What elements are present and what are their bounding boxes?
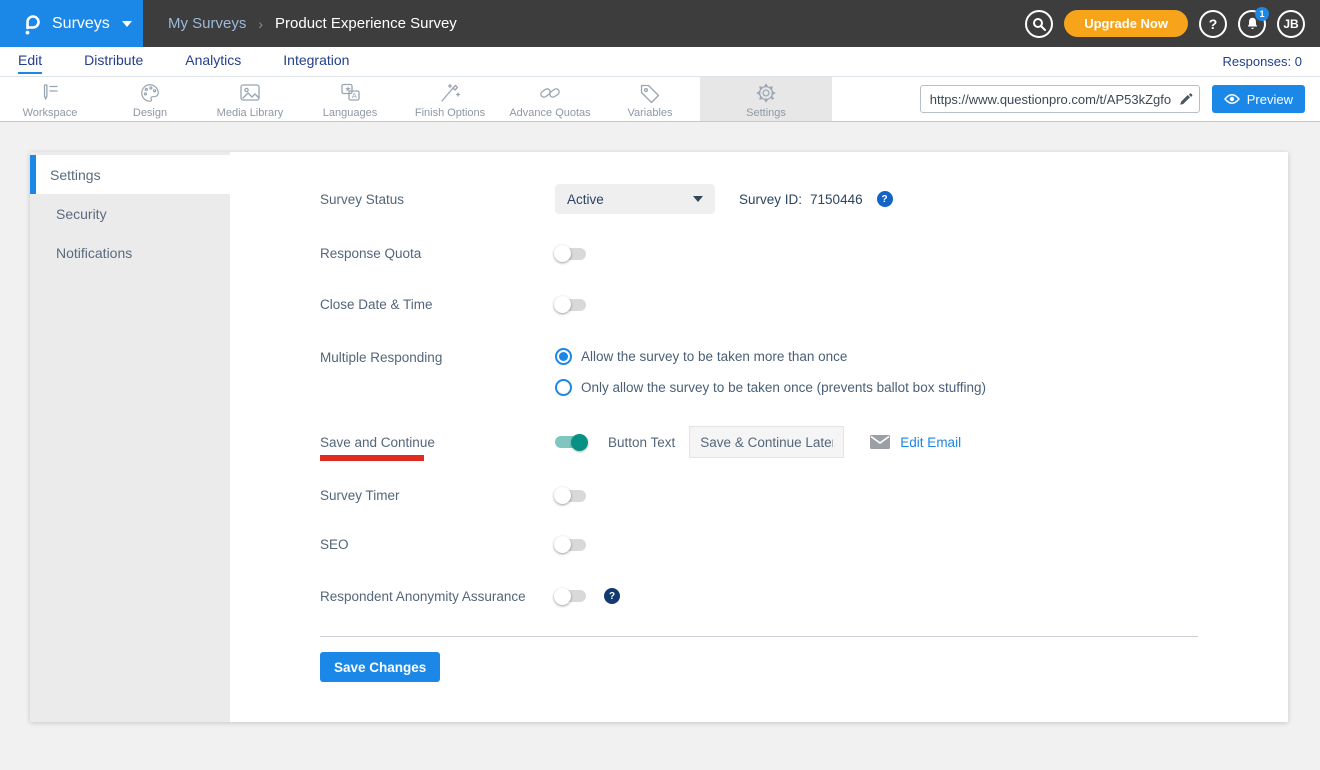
survey-id-label: Survey ID: [739, 192, 802, 207]
save-and-continue-label: Save and Continue [320, 435, 555, 450]
edit-url-pencil-icon[interactable] [1178, 92, 1193, 107]
survey-timer-label: Survey Timer [320, 488, 555, 503]
row-survey-timer: Survey Timer [320, 488, 1288, 503]
breadcrumb-current-survey: Product Experience Survey [275, 15, 457, 32]
survey-status-select[interactable]: Active [555, 184, 715, 214]
button-text-input[interactable] [689, 426, 844, 458]
tag-icon [638, 82, 662, 104]
radio-selected-icon [555, 348, 572, 365]
chevron-down-icon [122, 21, 132, 27]
response-quota-label: Response Quota [320, 246, 555, 261]
edit-toolbar: Workspace Design Media Library ★ A [0, 77, 1320, 122]
button-text-label: Button Text [608, 435, 675, 450]
anonymity-help-icon[interactable]: ? [604, 588, 620, 604]
eye-icon [1224, 93, 1240, 105]
red-annotation-underline [320, 455, 424, 461]
svg-text:★: ★ [345, 84, 352, 93]
seo-label: SEO [320, 537, 555, 552]
row-seo: SEO [320, 537, 1288, 552]
survey-url-input[interactable] [930, 92, 1178, 107]
question-mark-icon: ? [1209, 16, 1218, 32]
product-switcher[interactable]: Surveys [0, 0, 143, 47]
toolbar-item-finish-options[interactable]: Finish Options [400, 77, 500, 121]
search-button[interactable] [1025, 10, 1053, 38]
row-respondent-anonymity: Respondent Anonymity Assurance ? [320, 588, 1288, 604]
seo-toggle[interactable] [555, 539, 586, 551]
settings-card: Settings Security Notifications Survey S… [30, 152, 1288, 722]
media-image-icon [238, 82, 262, 104]
gear-icon [755, 82, 777, 104]
survey-id-value: 7150446 [810, 192, 863, 207]
main-area: Settings Security Notifications Survey S… [0, 122, 1320, 722]
breadcrumb: My Surveys › Product Experience Survey [168, 0, 457, 47]
header-actions: Upgrade Now ? 1 JB [1025, 0, 1320, 47]
notification-count-badge: 1 [1255, 7, 1269, 21]
response-quota-toggle[interactable] [555, 248, 586, 260]
edit-email-link[interactable]: Edit Email [900, 435, 961, 450]
survey-nav-tabs: Edit Distribute Analytics Integration Re… [0, 47, 1320, 77]
settings-form: Survey Status Active Survey ID: 7150446 … [230, 152, 1288, 722]
responses-count: Responses: 0 [1223, 54, 1303, 69]
toolbar-item-variables[interactable]: Variables [600, 77, 700, 121]
survey-url-field [920, 85, 1200, 113]
svg-text:A: A [352, 91, 357, 100]
top-header: Surveys My Surveys › Product Experience … [0, 0, 1320, 47]
survey-status-value: Active [567, 192, 693, 207]
sidebar-item-security[interactable]: Security [30, 194, 230, 233]
radio-only-once[interactable]: Only allow the survey to be taken once (… [555, 379, 986, 396]
chain-link-icon [538, 82, 562, 104]
tab-analytics[interactable]: Analytics [185, 49, 241, 74]
row-response-quota: Response Quota [320, 246, 1288, 261]
survey-id-group: Survey ID: 7150446 ? [739, 191, 893, 207]
respondent-anonymity-label: Respondent Anonymity Assurance [320, 589, 555, 604]
tab-distribute[interactable]: Distribute [84, 49, 143, 74]
magic-wand-icon [438, 82, 462, 104]
chevron-down-icon [693, 196, 703, 202]
languages-icon: ★ A [338, 82, 362, 104]
toolbar-item-workspace[interactable]: Workspace [0, 77, 100, 121]
sidebar-item-notifications[interactable]: Notifications [30, 233, 230, 272]
radio-allow-multiple[interactable]: Allow the survey to be taken more than o… [555, 348, 986, 365]
questionpro-logo-icon [20, 12, 44, 36]
row-survey-status: Survey Status Active Survey ID: 7150446 … [320, 184, 1288, 214]
multiple-responding-label: Multiple Responding [320, 348, 555, 365]
workspace-icon [38, 82, 62, 104]
upgrade-now-button[interactable]: Upgrade Now [1064, 10, 1188, 37]
toolbar-item-settings[interactable]: Settings [700, 77, 832, 121]
survey-status-label: Survey Status [320, 192, 555, 207]
tab-integration[interactable]: Integration [283, 49, 349, 74]
breadcrumb-separator: › [258, 16, 263, 32]
avatar-initials: JB [1283, 17, 1298, 31]
product-name: Surveys [52, 15, 110, 33]
sidebar-item-settings[interactable]: Settings [30, 155, 230, 194]
save-and-continue-toggle[interactable] [555, 436, 586, 448]
settings-sidebar: Settings Security Notifications [30, 152, 230, 722]
close-date-time-toggle[interactable] [555, 299, 586, 311]
close-date-time-label: Close Date & Time [320, 297, 555, 312]
toolbar-item-media-library[interactable]: Media Library [200, 77, 300, 121]
tab-edit[interactable]: Edit [18, 49, 42, 74]
toolbar-item-advance-quotas[interactable]: Advance Quotas [500, 77, 600, 121]
respondent-anonymity-toggle[interactable] [555, 590, 586, 602]
notifications-button[interactable]: 1 [1238, 10, 1266, 38]
email-icon [870, 435, 890, 449]
toolbar-item-languages[interactable]: ★ A Languages [300, 77, 400, 121]
multiple-responding-options: Allow the survey to be taken more than o… [555, 348, 986, 396]
save-changes-button[interactable]: Save Changes [320, 652, 440, 682]
search-icon [1032, 17, 1046, 31]
help-button[interactable]: ? [1199, 10, 1227, 38]
survey-id-help-icon[interactable]: ? [877, 191, 893, 207]
form-divider [320, 636, 1198, 637]
user-avatar[interactable]: JB [1277, 10, 1305, 38]
toolbar-item-design[interactable]: Design [100, 77, 200, 121]
radio-unselected-icon [555, 379, 572, 396]
toolbar-right-actions: Preview [920, 77, 1320, 121]
row-close-date-time: Close Date & Time [320, 297, 1288, 312]
row-multiple-responding: Multiple Responding Allow the survey to … [320, 348, 1288, 396]
survey-timer-toggle[interactable] [555, 490, 586, 502]
preview-button[interactable]: Preview [1212, 85, 1305, 113]
row-save-and-continue: Save and Continue Button Text Edit Email [320, 426, 1288, 458]
design-palette-icon [139, 82, 161, 104]
breadcrumb-my-surveys[interactable]: My Surveys [168, 15, 246, 32]
